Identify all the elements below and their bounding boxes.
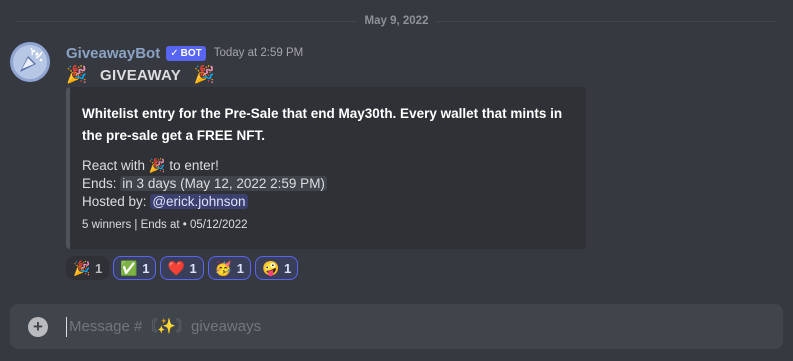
- verified-check-icon: ✓: [170, 47, 179, 59]
- hosted-label: Hosted by:: [82, 194, 147, 209]
- party-popper-icon: 🎉: [148, 158, 166, 173]
- check-mark-icon: ✅: [120, 259, 138, 276]
- party-face-icon: 🥳: [214, 259, 233, 276]
- reaction-count: 1: [95, 260, 103, 276]
- embed-footer: 5 winners | Ends at • 05/12/2022: [82, 219, 248, 231]
- ends-timestamp[interactable]: in 3 days (May 12, 2022 2:59 PM): [120, 176, 327, 191]
- message-composer: +: [10, 304, 783, 349]
- embed-description: Whitelist entry for the Pre-Sale that en…: [82, 106, 563, 143]
- message-header: GiveawayBot ✓ BOT Today at 2:59 PM: [66, 43, 303, 63]
- party-popper-avatar-icon: [10, 42, 50, 82]
- party-popper-icon: 🎉: [73, 259, 91, 276]
- ends-label: Ends:: [82, 176, 117, 191]
- giveaway-embed: Whitelist entry for the Pre-Sale that en…: [66, 87, 586, 249]
- message-input[interactable]: [66, 316, 783, 337]
- reaction-count: 1: [283, 260, 292, 276]
- reaction[interactable]: 🎉 1: [66, 256, 110, 280]
- reaction[interactable]: ❤️ 1: [160, 256, 204, 280]
- party-popper-icon: 🎉: [193, 65, 215, 84]
- bot-tag: ✓ BOT: [166, 45, 206, 61]
- giveaway-title-text: GIVEAWAY: [100, 66, 182, 84]
- reaction-count: 1: [236, 260, 244, 276]
- ends-relative: in 3 days: [122, 176, 177, 191]
- bot-avatar[interactable]: [10, 42, 50, 82]
- party-popper-icon: 🎉: [66, 65, 88, 84]
- embed-body: React with 🎉 to enter! Ends: in 3 days (…: [82, 157, 574, 211]
- date-divider-label: May 9, 2022: [364, 15, 429, 27]
- giveaway-title: 🎉 GIVEAWAY 🎉: [66, 64, 215, 86]
- ends-absolute: (May 12, 2022 2:59 PM): [180, 176, 325, 191]
- plus-icon: +: [33, 317, 43, 336]
- hosted-line: Hosted by: @erick.johnson: [82, 193, 574, 211]
- reaction[interactable]: ✅ 1: [113, 256, 157, 280]
- add-attachment-button[interactable]: +: [28, 316, 48, 337]
- reaction-count: 1: [189, 260, 197, 276]
- react-suffix: to enter!: [169, 158, 219, 173]
- reaction[interactable]: 🤪 1: [254, 256, 299, 280]
- reaction-count: 1: [142, 260, 150, 276]
- heart-icon: ❤️: [167, 259, 185, 276]
- divider-line-left: [16, 20, 357, 22]
- date-divider: May 9, 2022: [16, 12, 777, 30]
- username[interactable]: GiveawayBot: [66, 45, 160, 62]
- message-timestamp[interactable]: Today at 2:59 PM: [214, 47, 304, 59]
- react-prefix: React with: [82, 158, 146, 173]
- react-instruction: React with 🎉 to enter!: [82, 157, 574, 175]
- host-mention[interactable]: @erick.johnson: [150, 194, 248, 209]
- bot-tag-label: BOT: [180, 47, 202, 59]
- divider-line-right: [436, 20, 777, 22]
- zany-face-icon: 🤪: [261, 259, 280, 276]
- reactions-bar: 🎉 1 ✅ 1 ❤️ 1 🥳 1 🤪 1: [66, 256, 299, 280]
- reaction[interactable]: 🥳 1: [207, 256, 251, 280]
- ends-line: Ends: in 3 days (May 12, 2022 2:59 PM): [82, 175, 574, 193]
